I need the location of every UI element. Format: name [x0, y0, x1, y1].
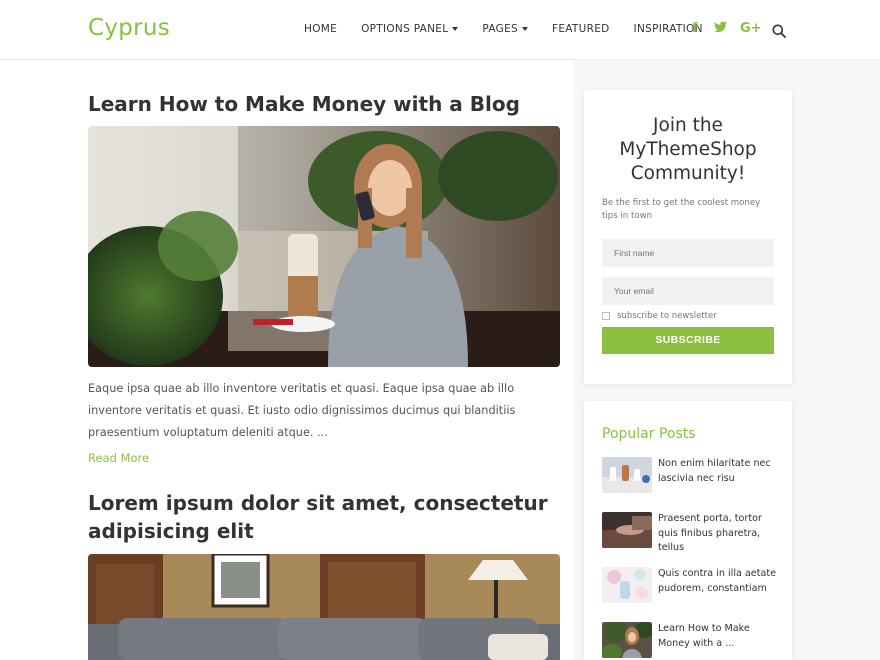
list-item[interactable]: Praesent porta, tortor quis finibus phar… [602, 512, 782, 556]
chevron-down-icon [452, 27, 459, 31]
subscribe-button[interactable]: SUBSCRIBE [602, 327, 774, 354]
main-nav: HOME OPTIONS PANEL PAGES FEATURED INSPIR… [304, 23, 727, 35]
first-name-field[interactable] [602, 239, 774, 267]
popular-posts-widget: Popular Posts Non enim hilaritate nec la… [584, 401, 792, 660]
popular-post-title: Non enim hilaritate nec lascivia nec ris… [658, 458, 771, 484]
read-more-link[interactable]: Read More [88, 451, 149, 465]
nav-featured[interactable]: FEATURED [552, 23, 610, 35]
nav-home-label: HOME [304, 23, 338, 35]
post-featured-image[interactable] [88, 126, 560, 367]
post-thumbnail [602, 567, 652, 603]
post-title[interactable]: Learn How to Make Money with a Blog [88, 90, 560, 118]
email-field[interactable] [602, 277, 774, 305]
subscribe-checkbox-row[interactable]: subscribe to newsletter [602, 311, 717, 321]
subscribe-checkbox[interactable] [602, 312, 610, 320]
nav-home[interactable]: HOME [304, 23, 337, 35]
chevron-down-icon [521, 27, 528, 31]
newsletter-subtitle: Be the first to get the coolest money ti… [602, 198, 761, 221]
popular-posts-title: Popular Posts [602, 426, 696, 442]
list-item[interactable]: Non enim hilaritate nec lascivia nec ris… [602, 457, 782, 493]
nav-pages-label: PAGES [482, 23, 518, 35]
site-logo[interactable]: Cyprus [88, 15, 170, 41]
post-featured-image[interactable] [88, 554, 560, 660]
list-item[interactable]: Quis contra in illa aetate pudorem, cons… [602, 567, 782, 603]
newsletter-title: Join the MyThemeShop Community! [619, 115, 757, 184]
post-thumbnail [602, 622, 652, 658]
list-item[interactable]: Learn How to Make Money with a ... [602, 622, 782, 658]
post-excerpt: Eaque ipsa quae ab illo inventore verita… [88, 382, 516, 439]
nav-options-panel-label: OPTIONS PANEL [361, 23, 449, 35]
subscribe-checkbox-label: subscribe to newsletter [617, 311, 717, 321]
facebook-icon[interactable]: f [692, 21, 698, 36]
popular-post-title: Learn How to Make Money with a ... [658, 623, 750, 649]
search-icon[interactable] [772, 23, 786, 38]
post-title[interactable]: Lorem ipsum dolor sit amet, consectetur … [88, 489, 560, 545]
site-header: Cyprus HOME OPTIONS PANEL PAGES FEATURED… [0, 0, 880, 60]
google-plus-icon[interactable]: G+ [740, 21, 762, 36]
popular-post-title: Praesent porta, tortor quis finibus phar… [658, 513, 762, 553]
newsletter-widget: Join the MyThemeShop Community! Be the f… [584, 90, 792, 384]
twitter-icon[interactable] [714, 21, 727, 37]
nav-options-panel[interactable]: OPTIONS PANEL [361, 23, 459, 35]
nav-pages[interactable]: PAGES [482, 23, 528, 35]
popular-post-title: Quis contra in illa aetate pudorem, cons… [658, 568, 777, 594]
post-thumbnail [602, 512, 652, 548]
nav-featured-label: FEATURED [551, 23, 610, 35]
post-thumbnail [602, 457, 652, 493]
